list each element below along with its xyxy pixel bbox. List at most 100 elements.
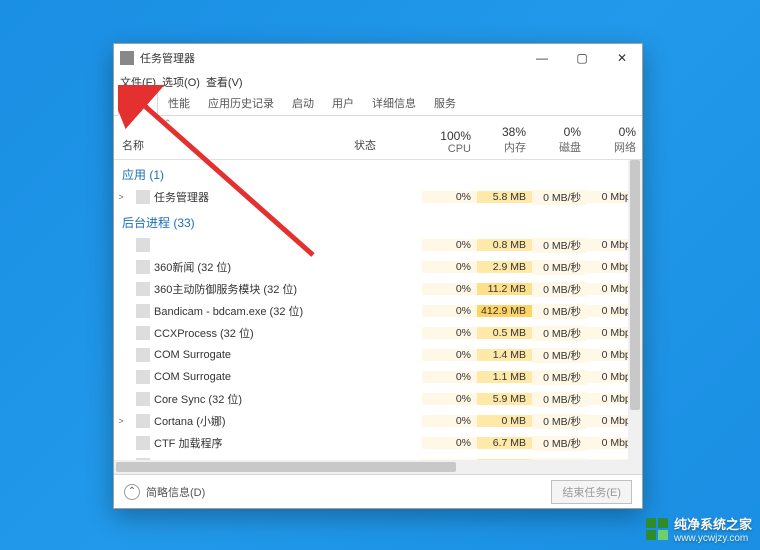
- col-name[interactable]: ⌃ 名称: [114, 116, 350, 159]
- process-name: Core Sync (32 位): [154, 391, 350, 407]
- mem-cell: 5.9 MB: [477, 393, 532, 405]
- tabbar: 进程 性能 应用历史记录 启动 用户 详细信息 服务: [114, 92, 642, 116]
- tab-startup[interactable]: 启动: [284, 91, 322, 115]
- watermark-title: 纯净系统之家: [674, 514, 752, 533]
- col-status-label: 状态: [354, 137, 376, 153]
- mem-cell: 1.1 MB: [477, 371, 532, 383]
- process-icon: [136, 370, 150, 384]
- process-name: Bandicam - bdcam.exe (32 位): [154, 303, 350, 319]
- disk-cell: 0 MB/秒: [532, 392, 587, 407]
- mem-label: 内存: [504, 139, 526, 155]
- process-icon: [136, 348, 150, 362]
- process-icon: [136, 304, 150, 318]
- tab-users[interactable]: 用户: [324, 91, 362, 115]
- disk-cell: 0 MB/秒: [532, 238, 587, 253]
- cpu-cell: 0%: [422, 239, 477, 251]
- net-usage-pct: 0%: [619, 125, 636, 139]
- mem-cell: 412.9 MB: [477, 305, 532, 317]
- process-name: CCXProcess (32 位): [154, 325, 350, 341]
- close-button[interactable]: ✕: [602, 44, 642, 72]
- expander-icon[interactable]: >: [114, 416, 128, 426]
- table-row[interactable]: >Cortana (小娜)0%0 MB0 MB/秒0 Mbps: [114, 410, 642, 432]
- process-icon: [136, 190, 150, 204]
- mem-cell: 5.8 MB: [477, 191, 532, 203]
- tab-apphistory[interactable]: 应用历史记录: [200, 91, 282, 115]
- table-row[interactable]: COM Surrogate0%1.4 MB0 MB/秒0 Mbps: [114, 344, 642, 366]
- watermark-url: www.ycwjzy.com: [674, 533, 752, 544]
- tab-performance[interactable]: 性能: [160, 91, 198, 115]
- scrollbar-thumb[interactable]: [116, 462, 456, 472]
- table-row[interactable]: 0%0.8 MB0 MB/秒0 Mbps: [114, 234, 642, 256]
- desktop: 任务管理器 — ▢ ✕ 文件(F) 选项(O) 查看(V) 进程 性能 应用历史…: [0, 0, 760, 550]
- col-network[interactable]: 0% 网络: [587, 116, 642, 159]
- table-row[interactable]: >任务管理器0%5.8 MB0 MB/秒0 Mbps: [114, 186, 642, 208]
- net-label: 网络: [614, 139, 636, 155]
- menu-view[interactable]: 查看(V): [206, 74, 243, 90]
- tab-processes[interactable]: 进程: [118, 90, 158, 116]
- cpu-cell: 0%: [422, 349, 477, 361]
- disk-cell: 0 MB/秒: [532, 304, 587, 319]
- mem-cell: 0.8 MB: [477, 239, 532, 251]
- rows-container: 应用 (1)>任务管理器0%5.8 MB0 MB/秒0 Mbps后台进程 (33…: [114, 160, 642, 460]
- cpu-usage-pct: 100%: [440, 129, 471, 143]
- chevron-up-icon[interactable]: ⌃: [124, 484, 140, 500]
- watermark-logo-icon: [646, 518, 668, 540]
- titlebar[interactable]: 任务管理器 — ▢ ✕: [114, 44, 642, 72]
- disk-cell: 0 MB/秒: [532, 414, 587, 429]
- cpu-cell: 0%: [422, 191, 477, 203]
- process-icon: [136, 392, 150, 406]
- expander-icon[interactable]: >: [114, 192, 128, 202]
- table-row[interactable]: CTF 加载程序0%6.7 MB0 MB/秒0 Mbps: [114, 432, 642, 454]
- scrollbar-thumb[interactable]: [630, 160, 640, 410]
- cpu-cell: 0%: [422, 371, 477, 383]
- horizontal-scrollbar[interactable]: [114, 460, 642, 474]
- col-memory[interactable]: 38% 内存: [477, 116, 532, 159]
- disk-usage-pct: 0%: [564, 125, 581, 139]
- mem-cell: 2.9 MB: [477, 261, 532, 273]
- window-title: 任务管理器: [140, 50, 522, 66]
- table-row[interactable]: 360新闻 (32 位)0%2.9 MB0 MB/秒0 Mbps: [114, 256, 642, 278]
- table-row[interactable]: COM Surrogate0%1.1 MB0 MB/秒0 Mbps: [114, 366, 642, 388]
- col-cpu[interactable]: 100% CPU: [422, 116, 477, 159]
- cpu-cell: 0%: [422, 283, 477, 295]
- process-name: Cortana (小娜): [154, 413, 350, 429]
- tab-services[interactable]: 服务: [426, 91, 464, 115]
- table-row[interactable]: Core Sync (32 位)0%5.9 MB0 MB/秒0 Mbps: [114, 388, 642, 410]
- menu-file[interactable]: 文件(F): [120, 74, 156, 90]
- process-name: COM Surrogate: [154, 349, 350, 361]
- task-manager-window: 任务管理器 — ▢ ✕ 文件(F) 选项(O) 查看(V) 进程 性能 应用历史…: [113, 43, 643, 509]
- process-name: 任务管理器: [154, 189, 350, 205]
- disk-cell: 0 MB/秒: [532, 348, 587, 363]
- process-name: 360主动防御服务模块 (32 位): [154, 281, 350, 297]
- mem-usage-pct: 38%: [502, 125, 526, 139]
- end-task-button[interactable]: 结束任务(E): [551, 480, 632, 504]
- table-row[interactable]: Bandicam - bdcam.exe (32 位)0%412.9 MB0 M…: [114, 300, 642, 322]
- minimize-button[interactable]: —: [522, 44, 562, 72]
- cpu-cell: 0%: [422, 261, 477, 273]
- table-row[interactable]: 360主动防御服务模块 (32 位)0%11.2 MB0 MB/秒0 Mbps: [114, 278, 642, 300]
- fewer-details-link[interactable]: 简略信息(D): [146, 484, 205, 500]
- disk-cell: 0 MB/秒: [532, 436, 587, 451]
- tab-details[interactable]: 详细信息: [364, 91, 424, 115]
- vertical-scrollbar[interactable]: [628, 160, 642, 460]
- disk-cell: 0 MB/秒: [532, 370, 587, 385]
- disk-label: 磁盘: [559, 139, 581, 155]
- col-disk[interactable]: 0% 磁盘: [532, 116, 587, 159]
- mem-cell: 11.2 MB: [477, 283, 532, 295]
- process-list: ⌃ 名称 状态 100% CPU 38% 内存 0% 磁盘: [114, 116, 642, 460]
- col-status[interactable]: 状态: [350, 116, 422, 159]
- cpu-cell: 0%: [422, 327, 477, 339]
- cpu-cell: 0%: [422, 437, 477, 449]
- column-headers: ⌃ 名称 状态 100% CPU 38% 内存 0% 磁盘: [114, 116, 642, 160]
- disk-cell: 0 MB/秒: [532, 190, 587, 205]
- col-name-label: 名称: [122, 137, 144, 153]
- process-icon: [136, 238, 150, 252]
- footer: ⌃ 简略信息(D) 结束任务(E): [114, 474, 642, 508]
- menu-options[interactable]: 选项(O): [162, 74, 200, 90]
- process-name: 360新闻 (32 位): [154, 259, 350, 275]
- mem-cell: 1.4 MB: [477, 349, 532, 361]
- group-header: 后台进程 (33): [114, 208, 642, 234]
- table-row[interactable]: CCXProcess (32 位)0%0.5 MB0 MB/秒0 Mbps: [114, 322, 642, 344]
- watermark: 纯净系统之家 www.ycwjzy.com: [646, 514, 752, 544]
- maximize-button[interactable]: ▢: [562, 44, 602, 72]
